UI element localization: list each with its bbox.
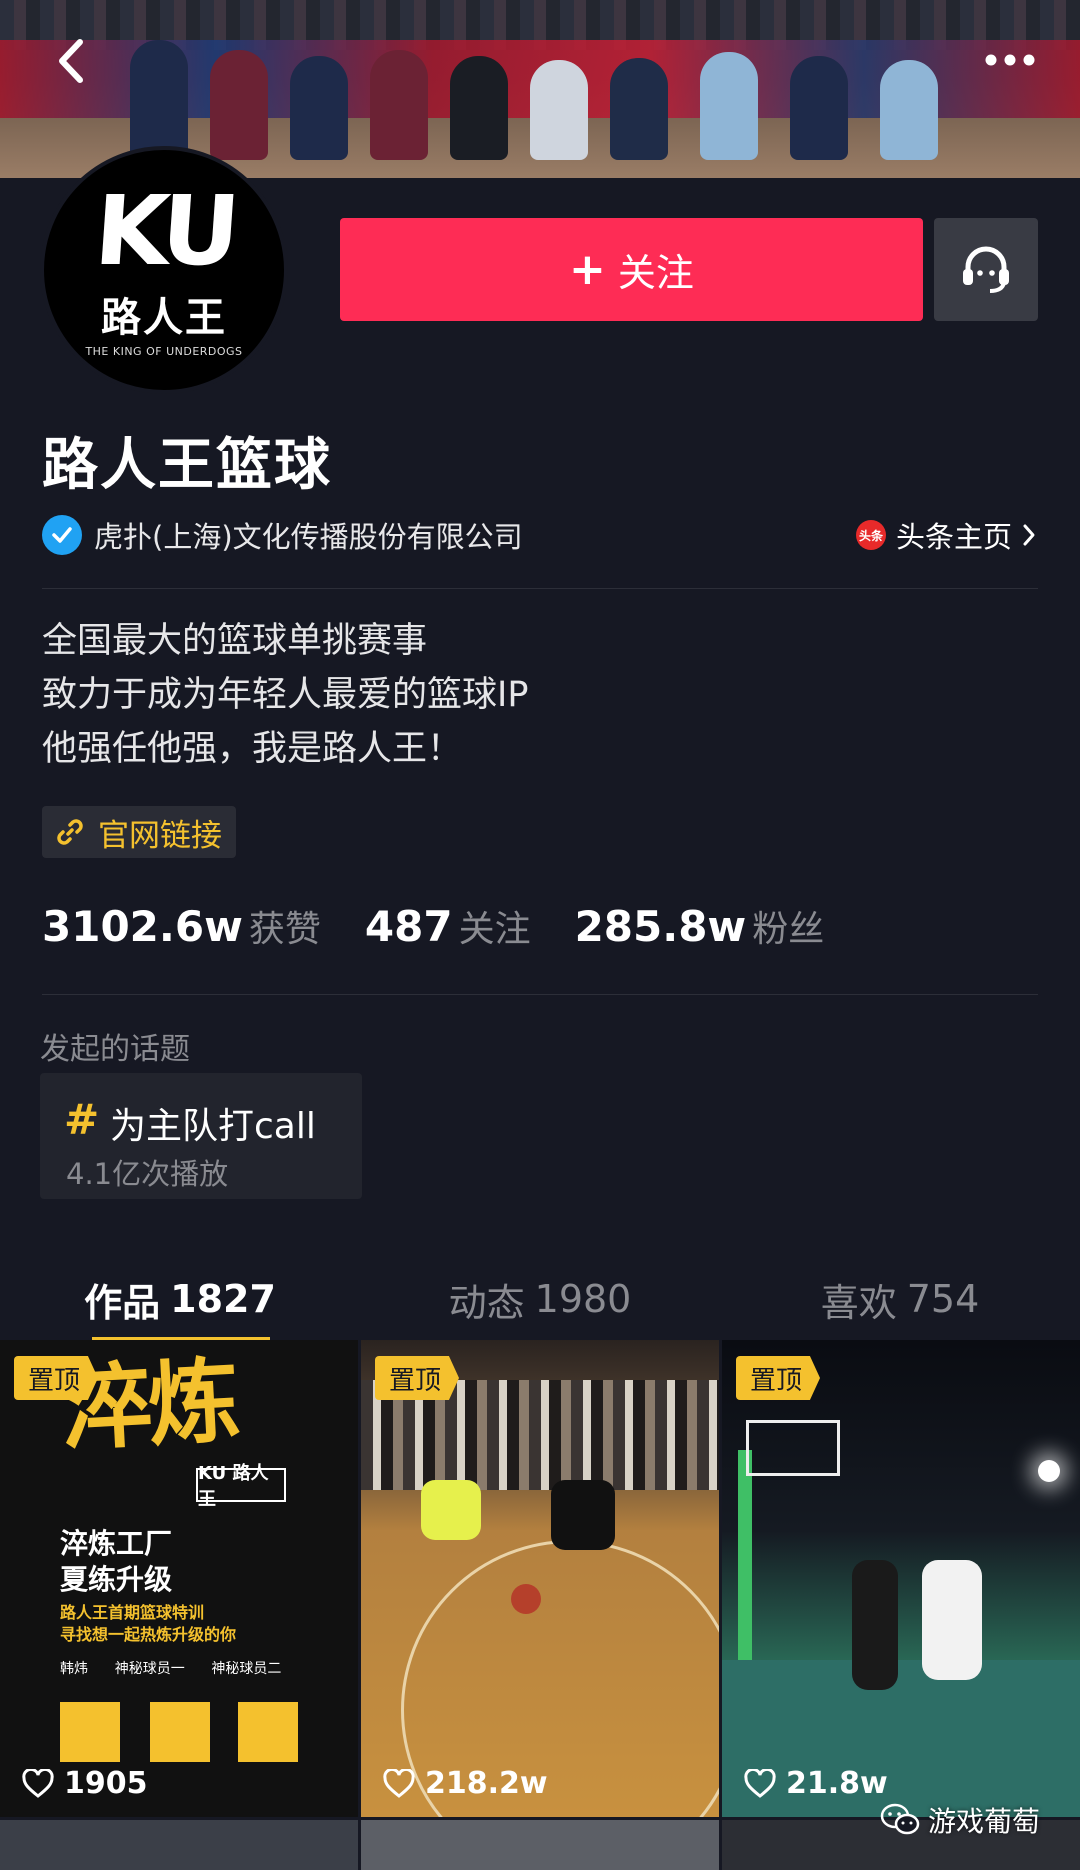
hashtag-icon: # xyxy=(64,1095,100,1144)
verified-check-icon xyxy=(42,515,82,555)
divider xyxy=(42,994,1038,995)
video-likes: 21.8w xyxy=(744,1766,888,1801)
divider xyxy=(42,588,1038,589)
link-icon xyxy=(57,819,83,845)
stat-label: 粉丝 xyxy=(752,909,825,950)
website-label: 官网链接 xyxy=(98,817,222,854)
poster-player-card xyxy=(60,1702,120,1762)
stat-following[interactable]: 487 关注 xyxy=(365,900,531,952)
bio: 全国最大的篮球单挑赛事 致力于成为年轻人最爱的篮球IP 他强任他强，我是路人王！ xyxy=(42,614,528,776)
heart-icon xyxy=(383,1768,415,1798)
heart-icon xyxy=(22,1768,54,1798)
topics-section-title: 发起的话题 xyxy=(40,1032,190,1067)
website-link[interactable]: 官网链接 xyxy=(42,806,236,858)
bio-line: 致力于成为年轻人最爱的篮球IP xyxy=(42,675,529,715)
topic-card[interactable]: # 为主队打call 4.1亿次播放 xyxy=(40,1073,362,1199)
topic-name: 为主队打call xyxy=(110,1106,316,1147)
watermark: 游戏葡萄 xyxy=(880,1800,1040,1840)
follow-label: 关注 xyxy=(617,251,694,295)
poster-logo: KU 路人王 xyxy=(196,1463,286,1510)
profile-name: 路人王篮球 xyxy=(42,433,332,498)
avatar[interactable]: KU 路人王 THE KING OF UNDERDOGS xyxy=(40,146,288,394)
poster-headline: 淬炼工厂 夏练升级 xyxy=(60,1527,173,1596)
stat-label: 关注 xyxy=(458,909,531,950)
poster-player-card xyxy=(238,1702,298,1762)
more-button[interactable] xyxy=(980,40,1040,80)
video-thumbnail[interactable]: 置顶 218.2w xyxy=(361,1340,719,1817)
avatar-brand: 路人王 xyxy=(101,294,227,341)
toutiao-label: 头条主页 xyxy=(895,520,1012,554)
poster-names: 韩炜 神秘球员一 神秘球员二 xyxy=(60,1661,282,1677)
video-thumbnail[interactable]: 置顶 21.8w xyxy=(722,1340,1080,1817)
bio-line: 全国最大的篮球单挑赛事 xyxy=(42,621,428,661)
stat-followers[interactable]: 285.8w 粉丝 xyxy=(575,900,825,952)
poster-player-card xyxy=(150,1702,210,1762)
wechat-icon xyxy=(880,1803,920,1835)
back-button[interactable] xyxy=(46,36,96,86)
watermark-text: 游戏葡萄 xyxy=(927,1805,1040,1838)
tab-label: 动态 xyxy=(448,1280,525,1325)
pinned-badge: 置顶 xyxy=(14,1356,99,1400)
follow-button[interactable]: + 关注 xyxy=(340,218,923,321)
chevron-right-icon xyxy=(1023,524,1035,546)
video-likes: 218.2w xyxy=(383,1766,548,1801)
video-grid: 淬炼 KU 路人王 淬炼工厂 夏练升级 路人王首期篮球特训 寻找想一起热炼升级的… xyxy=(0,1340,1080,1870)
profile-page: KU 路人王 THE KING OF UNDERDOGS + 关注 路人王篮球 … xyxy=(0,0,1080,1870)
stat-likes[interactable]: 3102.6w 获赞 xyxy=(42,900,321,952)
verified-org-row: 虎扑(上海)文化传播股份有限公司 xyxy=(42,514,523,556)
tab-likes[interactable]: 喜欢 754 xyxy=(720,1256,1080,1342)
more-dots-icon xyxy=(985,54,1035,66)
tab-activity[interactable]: 动态 1980 xyxy=(360,1256,720,1342)
plus-icon: + xyxy=(569,243,606,295)
toutiao-logo-icon: 头条 xyxy=(855,520,886,550)
video-thumbnail[interactable]: 淬炼 KU 路人王 淬炼工厂 夏练升级 路人王首期篮球特训 寻找想一起热炼升级的… xyxy=(0,1340,358,1817)
verified-org-name: 虎扑(上海)文化传播股份有限公司 xyxy=(94,520,523,554)
topic-plays: 4.1亿次播放 xyxy=(66,1157,229,1191)
tab-label: 喜欢 xyxy=(820,1280,897,1325)
heart-icon xyxy=(744,1768,776,1798)
chevron-left-icon xyxy=(59,39,83,83)
headset-icon xyxy=(963,246,1009,293)
tab-count: 1980 xyxy=(534,1277,632,1321)
tab-works[interactable]: 作品 1827 xyxy=(0,1256,360,1342)
poster-subtitle: 路人王首期篮球特训 寻找想一起热炼升级的你 xyxy=(60,1603,237,1644)
avatar-logo-letters: KU xyxy=(90,174,238,287)
video-likes: 1905 xyxy=(22,1766,148,1801)
stat-value: 3102.6w xyxy=(42,902,243,951)
likes-count: 218.2w xyxy=(425,1766,548,1801)
pinned-badge: 置顶 xyxy=(736,1356,821,1400)
toutiao-homepage-link[interactable]: 头条 头条主页 xyxy=(855,514,1036,556)
customer-service-button[interactable] xyxy=(934,218,1038,321)
avatar-tagline: THE KING OF UNDERDOGS xyxy=(85,344,243,358)
likes-count: 1905 xyxy=(64,1766,148,1801)
video-thumbnail[interactable] xyxy=(0,1820,358,1870)
bio-line: 他强任他强，我是路人王！ xyxy=(42,729,463,769)
likes-count: 21.8w xyxy=(786,1766,888,1801)
content-tabs: 作品 1827 动态 1980 喜欢 754 xyxy=(0,1256,1080,1342)
tab-label: 作品 xyxy=(84,1280,161,1325)
video-thumbnail[interactable] xyxy=(361,1820,719,1870)
stat-label: 获赞 xyxy=(248,909,321,950)
stat-value: 487 xyxy=(364,902,453,951)
pinned-badge: 置顶 xyxy=(375,1356,460,1400)
stat-value: 285.8w xyxy=(574,902,747,951)
tab-count: 1827 xyxy=(170,1277,276,1321)
profile-stats: 3102.6w 获赞 487 关注 285.8w 粉丝 xyxy=(42,900,868,952)
tab-count: 754 xyxy=(906,1277,980,1321)
